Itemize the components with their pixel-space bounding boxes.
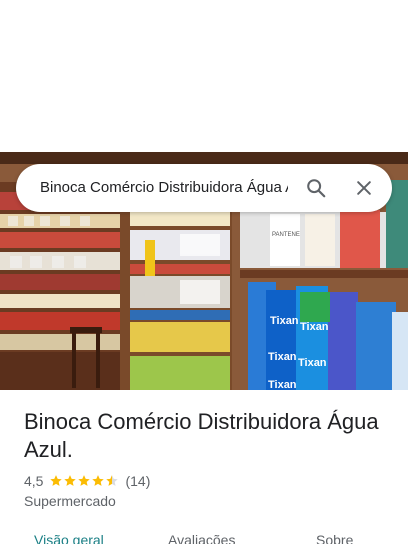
review-count[interactable]: (14) — [125, 473, 150, 489]
rating-row[interactable]: 4,5 (14) — [24, 472, 150, 490]
svg-text:Tixan: Tixan — [270, 315, 299, 327]
tab-overview[interactable]: Visão geral — [34, 532, 104, 544]
close-button[interactable] — [348, 172, 380, 204]
map-blank-area — [0, 0, 408, 152]
place-title: Binoca Comércio Distribuidora Água Azul. — [24, 409, 379, 462]
tab-reviews[interactable]: Avaliações — [168, 532, 235, 544]
rating-stars — [49, 474, 119, 488]
rating-value: 4,5 — [24, 473, 44, 489]
star-half-icon — [106, 475, 119, 486]
search-button[interactable] — [300, 172, 332, 204]
close-icon — [357, 181, 371, 195]
star-icon — [78, 475, 91, 486]
search-icon — [307, 179, 326, 198]
svg-text:PANTENE: PANTENE — [272, 232, 300, 238]
place-category: Supermercado — [24, 493, 116, 509]
search-input[interactable]: Binoca Comércio Distribuidora Água Azul. — [40, 164, 288, 212]
svg-text:Tixan: Tixan — [298, 357, 327, 369]
place-tabs: Visão geral Avaliações Sobre — [0, 530, 408, 544]
tab-about[interactable]: Sobre — [316, 532, 353, 544]
search-bar[interactable]: Binoca Comércio Distribuidora Água Azul. — [16, 164, 392, 212]
svg-text:Tixan: Tixan — [300, 321, 329, 333]
svg-text:Tixan: Tixan — [268, 351, 297, 363]
svg-text:Tixan: Tixan — [268, 379, 297, 390]
star-icon — [92, 475, 105, 486]
star-icon — [50, 475, 63, 486]
star-icon — [64, 475, 77, 486]
